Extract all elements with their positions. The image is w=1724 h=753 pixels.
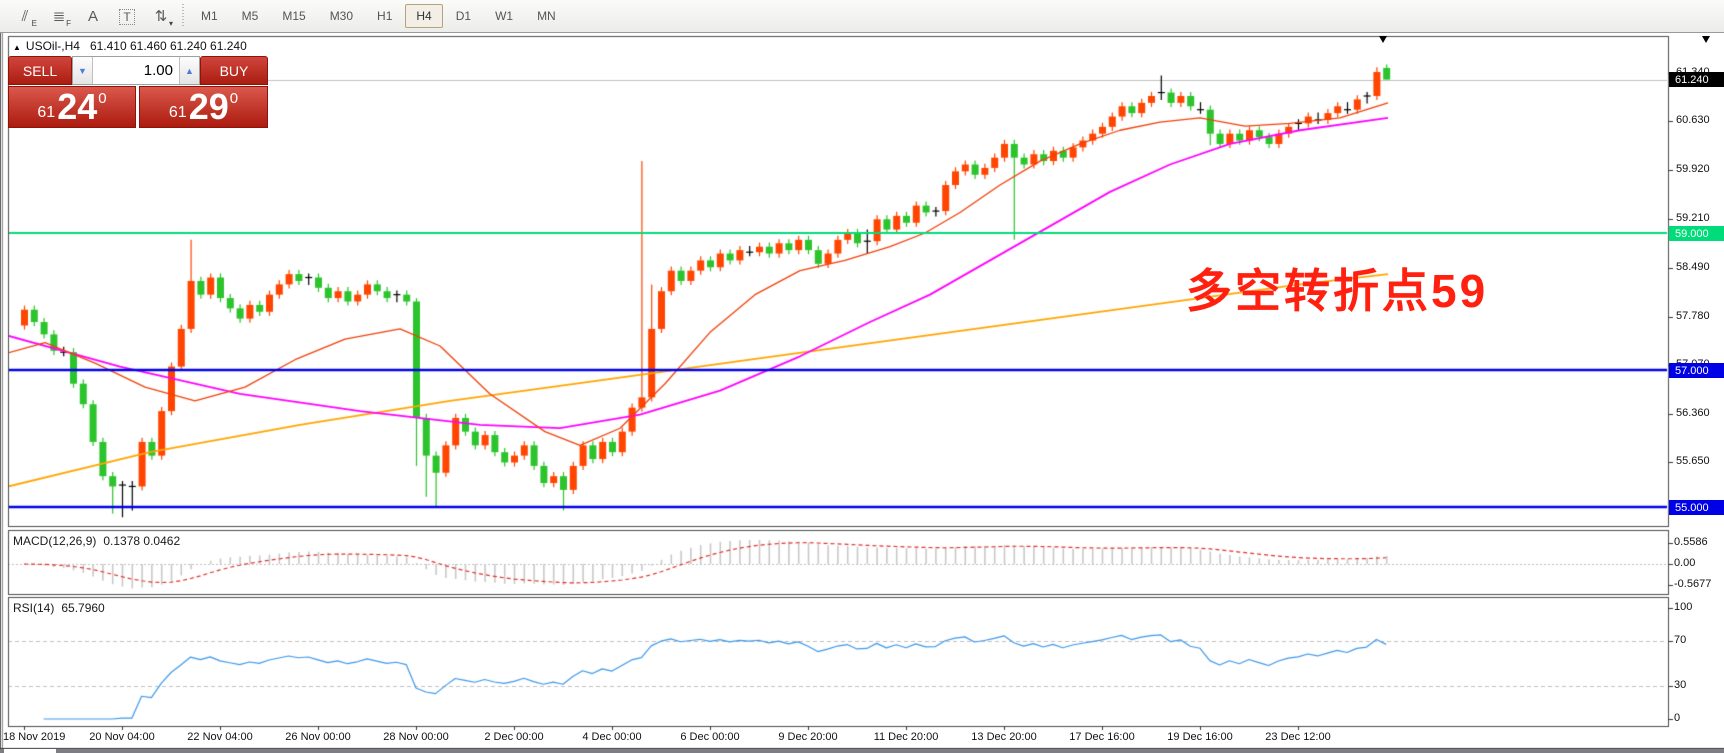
macd-name: MACD(12,26,9) — [13, 534, 96, 548]
symbol-ohlc-values: 61.410 61.460 61.240 61.240 — [90, 39, 247, 53]
horizontal-scrollbar[interactable] — [0, 749, 1724, 753]
buy-button[interactable]: BUY — [200, 56, 268, 85]
price-axis[interactable]: 61.34060.63059.92059.21058.49057.78057.0… — [1668, 33, 1724, 753]
timeframe-button-h1[interactable]: H1 — [366, 4, 403, 28]
autoscroll-marker-icon — [1702, 36, 1710, 43]
timeframe-button-m5[interactable]: M5 — [231, 4, 270, 28]
symbol-line: ▲ USOil-,H4 61.410 61.460 61.240 61.240 — [13, 39, 247, 53]
date-tick-label: 20 Nov 04:00 — [89, 731, 154, 743]
one-click-trade-panel: SELL ▼ ▲ BUY 61 24 0 61 29 0 — [8, 56, 268, 128]
rsi-name: RSI(14) — [13, 601, 54, 615]
price-badge: 59.000 — [1669, 226, 1724, 241]
date-tick-label: 17 Dec 16:00 — [1069, 731, 1134, 743]
price-tick-label: 56.360 — [1676, 407, 1710, 419]
date-tick-label: 6 Dec 00:00 — [680, 731, 739, 743]
rsi-tick-label: 70 — [1674, 634, 1686, 646]
date-tick-label: 22 Nov 04:00 — [187, 731, 252, 743]
date-tick-label: 13 Dec 20:00 — [971, 731, 1036, 743]
mt4-window: ⫽E≣FAT⇅▾ M1M5M15M30H1H4D1W1MN ▲ USOil-,H4… — [0, 0, 1724, 753]
date-tick-label: 18 Nov 2019 — [3, 731, 65, 743]
chart-annotation-text: 多空转折点59 — [1186, 255, 1488, 321]
text-label-tool-icon[interactable]: A — [78, 3, 108, 29]
timeframe-button-m1[interactable]: M1 — [190, 4, 229, 28]
volume-stepper: ▼ ▲ — [72, 56, 200, 85]
rsi-tick-label: 0 — [1674, 712, 1680, 724]
collapse-arrow-icon[interactable]: ▲ — [13, 43, 21, 52]
volume-increase-button[interactable]: ▲ — [179, 57, 199, 84]
timeframe-button-mn[interactable]: MN — [526, 4, 567, 28]
text-tool-icon[interactable]: T — [112, 3, 142, 29]
chart-window: ▲ USOil-,H4 61.410 61.460 61.240 61.240 SE… — [0, 33, 1724, 753]
chart-canvas[interactable] — [0, 33, 1724, 753]
buy-price-int: 61 — [169, 104, 187, 122]
macd-values: 0.1378 0.0462 — [103, 534, 180, 548]
rsi-tick-label: 100 — [1674, 601, 1692, 613]
macd-tick-label: 0.00 — [1674, 557, 1695, 569]
last-bar-marker-icon — [1379, 36, 1387, 43]
timeframe-button-m30[interactable]: M30 — [319, 4, 364, 28]
date-tick-label: 4 Dec 00:00 — [582, 731, 641, 743]
sell-price-sup: 0 — [98, 90, 106, 107]
buy-price-sup: 0 — [230, 90, 238, 107]
date-tick-label: 23 Dec 12:00 — [1265, 731, 1330, 743]
price-tick-label: 55.650 — [1676, 455, 1710, 467]
price-badge: 61.240 — [1669, 72, 1724, 87]
timeframe-button-d1[interactable]: D1 — [445, 4, 482, 28]
price-tick-label: 58.490 — [1676, 261, 1710, 273]
sell-button[interactable]: SELL — [8, 56, 72, 85]
arrows-tool-icon[interactable]: ⇅▾ — [146, 3, 176, 29]
date-tick-label: 2 Dec 00:00 — [484, 731, 543, 743]
date-tick-label: 11 Dec 20:00 — [874, 731, 939, 743]
sell-price-int: 61 — [37, 104, 55, 122]
price-badge: 57.000 — [1669, 363, 1724, 378]
price-tick-label: 57.780 — [1676, 310, 1710, 322]
scrollbar-thumb[interactable] — [4, 749, 56, 753]
equidistant-channel-tool-icon[interactable]: ⫽E — [10, 3, 40, 29]
date-axis[interactable]: 18 Nov 2019 20 Nov 04:00 22 Nov 04:00 26 No… — [0, 727, 1668, 749]
timeframes-group: M1M5M15M30H1H4D1W1MN — [190, 4, 569, 28]
date-tick-label: 9 Dec 20:00 — [778, 731, 837, 743]
rsi-value: 65.7960 — [61, 601, 104, 615]
date-tick-label: 19 Dec 16:00 — [1167, 731, 1232, 743]
buy-price-button[interactable]: 61 29 0 — [139, 86, 268, 128]
rsi-tick-label: 30 — [1674, 679, 1686, 691]
macd-tick-label: -0.5677 — [1674, 578, 1711, 590]
volume-decrease-button[interactable]: ▼ — [73, 57, 93, 84]
timeframe-button-w1[interactable]: W1 — [484, 4, 524, 28]
toolbar-separator — [182, 4, 184, 28]
price-tick-label: 59.210 — [1676, 212, 1710, 224]
volume-input[interactable] — [93, 57, 179, 84]
macd-tick-label: 0.5586 — [1674, 536, 1708, 548]
timeframe-button-h4[interactable]: H4 — [405, 4, 442, 28]
drawing-tools-group: ⫽E≣FAT⇅▾ — [10, 3, 180, 30]
price-tick-label: 59.920 — [1676, 163, 1710, 175]
timeframe-button-m15[interactable]: M15 — [271, 4, 316, 28]
symbol-name: USOil-,H4 — [26, 39, 80, 53]
sell-price-button[interactable]: 61 24 0 — [8, 86, 136, 128]
rsi-indicator-label: RSI(14) 65.7960 — [13, 601, 105, 615]
date-tick-label: 28 Nov 00:00 — [383, 731, 448, 743]
toolbar: ⫽E≣FAT⇅▾ M1M5M15M30H1H4D1W1MN — [0, 0, 1724, 33]
fibonacci-tool-icon[interactable]: ≣F — [44, 3, 74, 29]
sell-price-big: 24 — [57, 87, 97, 127]
buy-price-big: 29 — [189, 87, 229, 127]
macd-indicator-label: MACD(12,26,9) 0.1378 0.0462 — [13, 534, 180, 548]
price-badge: 55.000 — [1669, 500, 1724, 515]
price-tick-label: 60.630 — [1676, 114, 1710, 126]
date-tick-label: 26 Nov 00:00 — [285, 731, 350, 743]
